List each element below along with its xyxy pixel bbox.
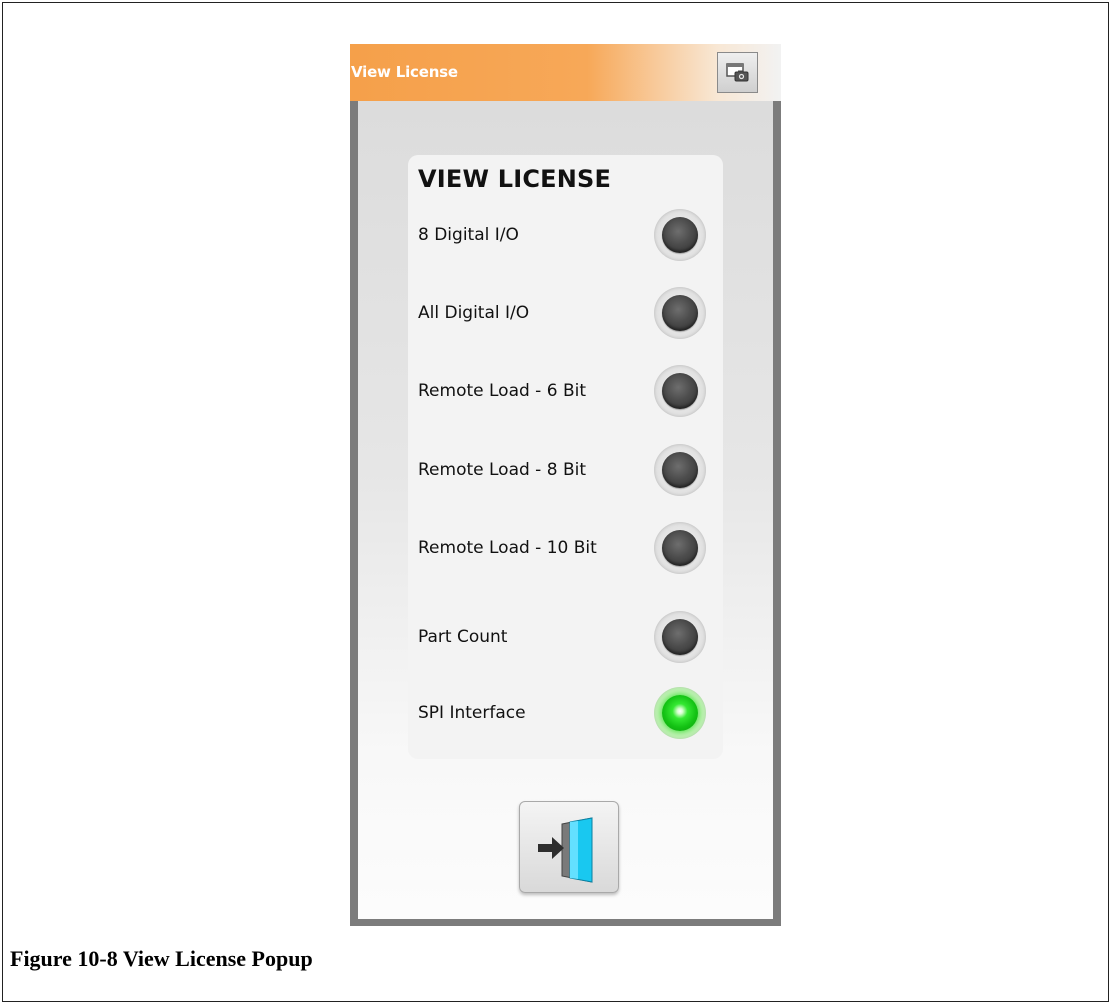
license-status-led [654, 287, 706, 339]
license-label-part-count: Part Count [418, 627, 508, 647]
license-label-remote-load-6-bit: Remote Load - 6 Bit [418, 381, 586, 401]
view-license-popup: View License VIEW LICENSE 8 Digital I/O … [350, 44, 781, 926]
exit-button[interactable] [519, 801, 619, 893]
popup-body: VIEW LICENSE 8 Digital I/O All Digital I… [358, 101, 773, 919]
license-row: 8 Digital I/O [408, 205, 723, 265]
license-label-all-digital-io: All Digital I/O [418, 303, 530, 323]
license-row: Remote Load - 8 Bit [408, 440, 723, 500]
screen-capture-button[interactable] [717, 52, 758, 93]
titlebar: View License [350, 44, 781, 101]
license-status-led [654, 444, 706, 496]
license-row: All Digital I/O [408, 283, 723, 343]
screen-capture-icon [725, 62, 748, 81]
license-panel: VIEW LICENSE 8 Digital I/O All Digital I… [408, 155, 723, 759]
license-label-8-digital-io: 8 Digital I/O [418, 225, 519, 245]
license-label-remote-load-10-bit: Remote Load - 10 Bit [418, 538, 597, 558]
license-row: Part Count [408, 607, 723, 667]
figure-caption: Figure 10-8 View License Popup [10, 946, 313, 971]
license-row: SPI Interface [408, 683, 723, 743]
license-row: Remote Load - 10 Bit [408, 518, 723, 578]
license-status-led [654, 365, 706, 417]
license-status-led [654, 522, 706, 574]
license-status-led [654, 687, 706, 739]
panel-heading: VIEW LICENSE [418, 165, 612, 193]
license-label-spi-interface: SPI Interface [418, 703, 526, 723]
license-label-remote-load-8-bit: Remote Load - 8 Bit [418, 460, 586, 480]
exit-door-icon [538, 817, 593, 883]
license-row: Remote Load - 6 Bit [408, 361, 723, 421]
license-status-led [654, 611, 706, 663]
license-status-led [654, 209, 706, 261]
window-title: View License [351, 63, 458, 81]
